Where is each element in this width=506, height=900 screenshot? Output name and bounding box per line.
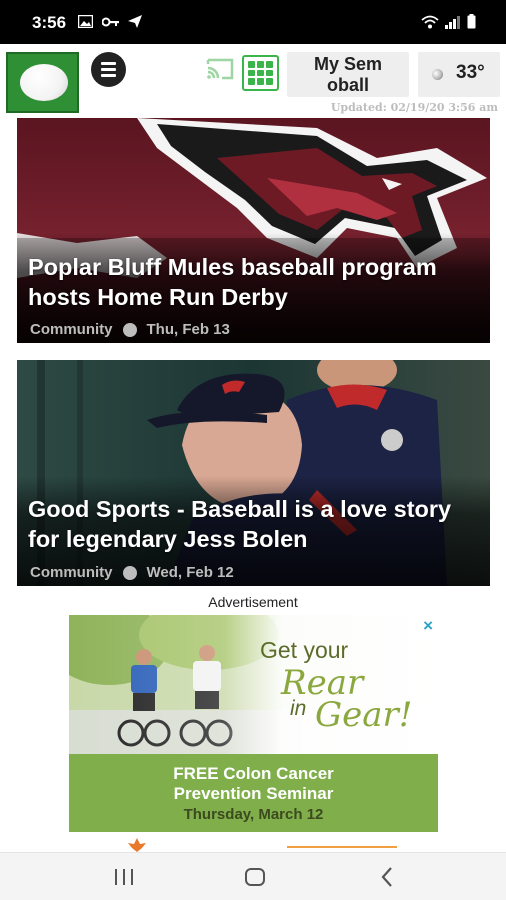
hamburger-icon-bar	[101, 74, 116, 77]
app-toolbar: My Sem oball 33° Updated: 02/19/20 3:56 …	[0, 44, 506, 118]
article-title[interactable]: Good Sports - Baseball is a love story f…	[28, 494, 476, 554]
moon-icon	[432, 69, 443, 80]
ad-label: Advertisement	[208, 594, 298, 610]
leaf-icon	[128, 838, 146, 852]
grid-icon-cell	[266, 61, 273, 68]
grid-icon-cell	[257, 78, 264, 85]
separator-dot-icon	[122, 565, 137, 580]
article-category: Community	[30, 564, 113, 581]
key-icon	[102, 17, 119, 26]
article-title[interactable]: Poplar Bluff Mules baseball program host…	[28, 252, 476, 312]
ad-offer-line2: Prevention Seminar	[173, 784, 334, 803]
ad-offer-band: FREE Colon Cancer Prevention Seminar Thu…	[69, 754, 438, 832]
ad-headline-in: in	[290, 697, 307, 720]
hamburger-icon-bar	[101, 68, 116, 71]
status-icons-right	[421, 14, 476, 29]
ad-offer-text: FREE Colon Cancer Prevention Seminar	[69, 764, 438, 804]
grid-icon	[248, 61, 255, 68]
advertisement-banner[interactable]: × Get your Rear in Gear! FREE Colon Canc…	[69, 615, 438, 832]
article-date: Wed, Feb 12	[146, 564, 234, 581]
weather-button[interactable]: 33°	[418, 52, 500, 97]
app-logo[interactable]	[6, 52, 79, 113]
article-meta: Community Thu, Feb 13	[30, 321, 230, 338]
ad-headline-get: Get your	[260, 637, 349, 663]
battery-icon	[467, 14, 476, 29]
send-icon	[128, 15, 142, 28]
updated-timestamp: Updated: 02/19/20 3:56 am	[330, 101, 498, 114]
grid-icon-cell	[248, 78, 255, 85]
article-category: Community	[30, 321, 113, 338]
cast-icon[interactable]	[206, 58, 234, 80]
article-meta: Community Wed, Feb 12	[30, 564, 234, 581]
temperature: 33°	[456, 62, 485, 83]
egg-logo-icon	[20, 64, 68, 101]
article-card[interactable]: Poplar Bluff Mules baseball program host…	[17, 118, 490, 343]
hamburger-icon	[101, 62, 116, 65]
signal-icon	[445, 15, 460, 29]
ad-close-icon[interactable]: ×	[423, 616, 433, 636]
grid-icon-cell	[257, 61, 264, 68]
status-bar: 3:56	[0, 0, 506, 44]
grid-icon-cell	[266, 78, 273, 85]
apps-grid-button[interactable]	[242, 55, 279, 91]
article-date: Thu, Feb 13	[146, 321, 230, 338]
article-card[interactable]: Good Sports - Baseball is a love story f…	[17, 360, 490, 586]
separator-dot-icon	[122, 322, 137, 337]
image-icon	[78, 15, 93, 28]
back-icon[interactable]	[380, 866, 394, 888]
grid-icon-cell	[257, 69, 264, 77]
recent-apps-icon[interactable]	[113, 868, 135, 886]
ad-offer-line1: FREE Colon Cancer	[173, 764, 334, 783]
status-time: 3:56	[32, 13, 67, 32]
menu-button[interactable]	[91, 52, 126, 87]
wifi-icon	[421, 15, 439, 28]
status-icons-left	[78, 15, 142, 28]
grid-icon-cell	[266, 69, 273, 77]
ad-event-date: Thursday, March 12	[183, 806, 324, 823]
home-icon[interactable]	[245, 868, 265, 886]
my-semoball-button[interactable]: My Sem oball	[287, 52, 409, 97]
system-nav-bar	[0, 852, 506, 900]
grid-icon-cell	[248, 69, 255, 77]
app-screen: 3:56 My Sem oball 33° Updated: 02/19/20 …	[0, 0, 506, 900]
ad-headline-gear: Gear!	[315, 695, 413, 735]
